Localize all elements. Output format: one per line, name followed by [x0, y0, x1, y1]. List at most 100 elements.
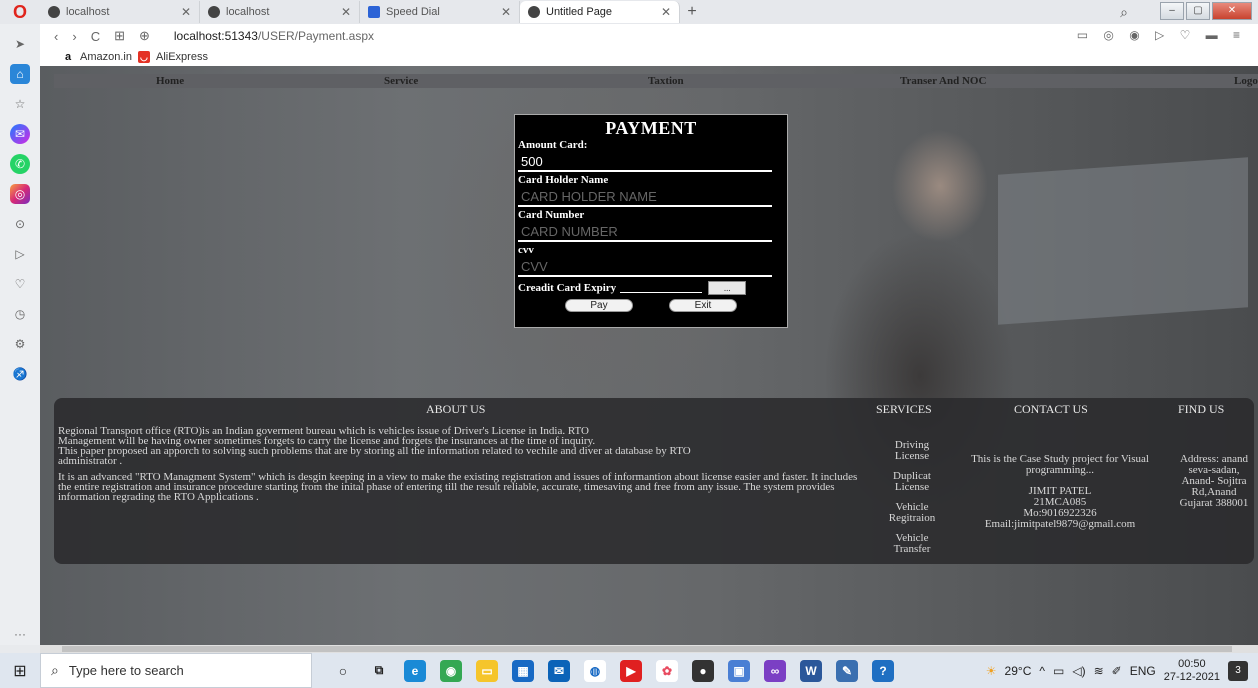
- close-icon[interactable]: ✕: [661, 5, 671, 19]
- menu-transfer-noc[interactable]: Transer And NOC: [900, 74, 986, 88]
- payment-form: PAYMENT Amount Card: Card Holder Name Ca…: [514, 114, 788, 328]
- exit-button[interactable]: Exit: [669, 299, 737, 312]
- service-link[interactable]: Vehicle Transfer: [882, 533, 942, 555]
- edge-icon[interactable]: e: [404, 659, 426, 682]
- pen-icon[interactable]: ✐: [1112, 664, 1122, 678]
- language-indicator[interactable]: ENG: [1130, 664, 1156, 678]
- page-viewport: Home Service Taxtion Transer And NOC Log…: [40, 66, 1258, 645]
- battery-icon[interactable]: ▭: [1053, 664, 1064, 678]
- horizontal-scrollbar[interactable]: [40, 645, 1258, 653]
- cortana-icon[interactable]: ○: [332, 660, 354, 682]
- find-heading: FIND US: [1178, 402, 1225, 416]
- menu-logo[interactable]: Logo: [1234, 74, 1258, 88]
- url-host: localhost:51343: [173, 29, 258, 43]
- tab-1[interactable]: localhost ✕: [40, 1, 200, 23]
- visual-studio-icon[interactable]: ∞: [764, 659, 786, 682]
- minimize-button[interactable]: –: [1160, 2, 1184, 20]
- more-icon[interactable]: ···: [14, 627, 26, 641]
- card-holder-input[interactable]: [518, 187, 772, 207]
- extensions-icon[interactable]: ⚙: [10, 334, 30, 354]
- tabs-grid-icon[interactable]: ⊞: [114, 28, 125, 44]
- network-icon[interactable]: ≋: [1094, 664, 1104, 678]
- close-icon[interactable]: ✕: [181, 5, 191, 19]
- nav-menu: Home Service Taxtion Transer And NOC Log…: [54, 74, 1258, 88]
- chevron-up-icon[interactable]: ^: [1039, 664, 1045, 678]
- service-link[interactable]: Duplicat License: [882, 471, 942, 493]
- card-number-input[interactable]: [518, 222, 772, 242]
- tab-untitled-page[interactable]: Untitled Page ✕: [520, 1, 680, 23]
- app-icon[interactable]: ●: [692, 659, 714, 682]
- address-bar-actions[interactable]: ▭ ◎ ◉ ▷ ♡ ▬ ≡: [1077, 28, 1246, 42]
- scrollbar-thumb[interactable]: [62, 646, 1232, 652]
- store-icon[interactable]: ▦: [512, 659, 534, 682]
- app-icon[interactable]: ▣: [728, 659, 750, 682]
- new-tab-button[interactable]: +: [680, 3, 704, 21]
- chrome-icon[interactable]: ◉: [440, 659, 462, 682]
- address-bar: ‹ › C ⊞ ⊕ localhost:51343/USER/Payment.a…: [40, 24, 1258, 48]
- whatsapp-icon[interactable]: ✆: [10, 154, 30, 174]
- menu-home[interactable]: Home: [156, 74, 184, 88]
- amount-field[interactable]: [518, 152, 772, 172]
- mail-icon[interactable]: ✉: [548, 659, 570, 682]
- opera-logo-icon[interactable]: O: [0, 0, 40, 24]
- aliexpress-icon: ◡: [137, 51, 150, 63]
- messenger-icon[interactable]: ✉: [10, 124, 30, 144]
- tab-search-icon[interactable]: ⌕: [1120, 4, 1128, 21]
- youtube-icon[interactable]: ▶: [620, 659, 642, 682]
- cvv-input[interactable]: [518, 257, 772, 277]
- word-icon[interactable]: W: [800, 659, 822, 682]
- calendar-button[interactable]: ...: [708, 281, 747, 295]
- expiry-field[interactable]: [620, 283, 703, 293]
- pinboard-icon[interactable]: ♐: [10, 364, 30, 384]
- bookmarks-bar: a Amazon.in ◡ AliExpress: [40, 48, 1258, 66]
- url-field[interactable]: localhost:51343/USER/Payment.aspx: [174, 29, 374, 43]
- about-text: Regional Transport office (RTO)is an Ind…: [58, 426, 868, 508]
- history-icon[interactable]: ◷: [10, 304, 30, 324]
- bookmark-aliexpress[interactable]: AliExpress: [156, 51, 208, 63]
- close-icon[interactable]: ✕: [501, 5, 511, 19]
- pay-button[interactable]: Pay: [565, 299, 633, 312]
- back-icon[interactable]: ‹: [54, 29, 58, 44]
- site-info-icon[interactable]: ⊕: [139, 28, 150, 44]
- forward-icon[interactable]: ›: [72, 29, 76, 44]
- pointer-icon[interactable]: ➤: [10, 34, 30, 54]
- app-icon[interactable]: ?: [872, 659, 894, 682]
- home-icon[interactable]: ⌂: [10, 64, 30, 84]
- file-explorer-icon[interactable]: ▭: [476, 659, 498, 682]
- volume-icon[interactable]: ◁): [1072, 664, 1085, 678]
- app-icon[interactable]: ◍: [584, 659, 606, 682]
- app-icon[interactable]: ✿: [656, 659, 678, 682]
- maximize-button[interactable]: ▢: [1186, 2, 1210, 20]
- reload-icon[interactable]: C: [91, 29, 100, 44]
- services-list: Driving License Duplicat License Vehicle…: [882, 440, 942, 564]
- card-number-label: Card Number: [518, 209, 585, 221]
- windows-start-icon[interactable]: ⊞: [0, 661, 40, 681]
- tab-speed-dial[interactable]: Speed Dial ✕: [360, 1, 520, 23]
- bookmark-star-icon[interactable]: ☆: [10, 94, 30, 114]
- tab-label: localhost: [226, 6, 270, 18]
- weather-temp[interactable]: 29°C: [1005, 664, 1032, 678]
- service-link[interactable]: Driving License: [882, 440, 942, 462]
- about-paragraph: It is an advanced "RTO Managment System"…: [58, 471, 858, 503]
- menu-service[interactable]: Service: [384, 74, 418, 88]
- close-window-button[interactable]: ✕: [1212, 2, 1252, 20]
- notification-icon[interactable]: 3: [1228, 660, 1248, 681]
- tab-bar: O localhost ✕ localhost ✕ Speed Dial ✕ U…: [0, 0, 1258, 24]
- heart-icon[interactable]: ♡: [10, 274, 30, 294]
- clock[interactable]: 00:50 27-12-2021: [1164, 658, 1220, 684]
- instagram-icon[interactable]: ◎: [10, 184, 30, 204]
- url-path: /USER/Payment.aspx: [257, 29, 375, 43]
- menu-taxation[interactable]: Taxtion: [648, 74, 684, 88]
- windows-taskbar: ⊞ ⌕ Type here to search ○ ⧉ e ◉ ▭ ▦ ✉ ◍ …: [0, 653, 1258, 688]
- app-icon[interactable]: ✎: [836, 659, 858, 682]
- tab-2[interactable]: localhost ✕: [200, 1, 360, 23]
- close-icon[interactable]: ✕: [341, 5, 351, 19]
- system-tray: ☀ 29°C ^ ▭ ◁) ≋ ✐ ENG 00:50 27-12-2021 3: [986, 653, 1248, 688]
- player-icon[interactable]: ⊙: [10, 214, 30, 234]
- send-icon[interactable]: ▷: [10, 244, 30, 264]
- contact-info: This is the Case Study project for Visua…: [950, 454, 1170, 530]
- taskbar-search[interactable]: ⌕ Type here to search: [40, 653, 312, 688]
- bookmark-amazon[interactable]: Amazon.in: [80, 51, 132, 63]
- task-view-icon[interactable]: ⧉: [368, 660, 390, 682]
- service-link[interactable]: Vehicle Regitraion: [882, 502, 942, 524]
